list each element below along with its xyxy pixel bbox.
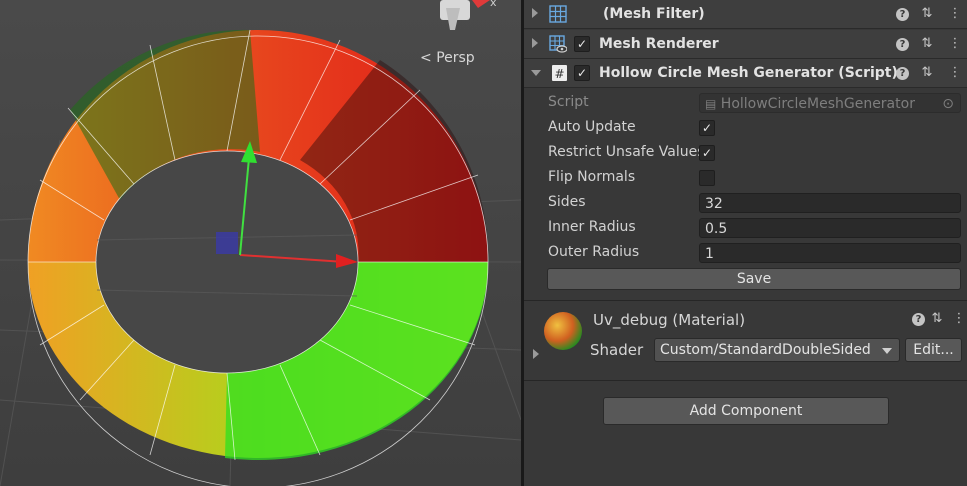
gizmo-plane-handle[interactable]: [216, 232, 238, 254]
inner-radius-label: Inner Radius: [548, 219, 636, 235]
fold-arrow-icon[interactable]: [532, 8, 538, 18]
flip-normals-checkbox[interactable]: [699, 170, 715, 186]
material-title: Uv_debug (Material): [593, 311, 746, 329]
context-menu-icon[interactable]: ⋮: [952, 311, 966, 327]
outer-radius-label: Outer Radius: [548, 244, 640, 260]
script-reference-field: ▤ HollowCircleMeshGenerator ⊙: [699, 93, 961, 113]
scene-view[interactable]: < Persp x: [0, 0, 521, 486]
context-menu-icon[interactable]: ⋮: [948, 36, 962, 52]
context-menu-icon[interactable]: ⋮: [948, 6, 962, 22]
help-icon[interactable]: ?: [912, 313, 925, 326]
mesh-renderer-enabled-checkbox[interactable]: ✓: [574, 36, 590, 52]
presets-icon[interactable]: ⇅: [920, 6, 934, 22]
persp-label[interactable]: < Persp: [420, 50, 475, 66]
inspector-panel: (Mesh Filter) ? ⇅ ⋮ ✓ Mesh Renderer ? ⇅ …: [524, 0, 967, 486]
inner-radius-field[interactable]: 0.5: [699, 218, 961, 238]
fold-arrow-icon[interactable]: [531, 70, 541, 76]
ring-hole: [97, 152, 357, 372]
fold-arrow-icon[interactable]: [532, 38, 538, 48]
presets-icon[interactable]: ⇅: [920, 65, 934, 81]
add-component-button[interactable]: Add Component: [603, 397, 889, 425]
component-title: (Mesh Filter): [603, 6, 705, 22]
edit-shader-button[interactable]: Edit...: [905, 338, 962, 362]
dropdown-arrow-icon: [882, 348, 892, 354]
presets-icon[interactable]: ⇅: [930, 311, 944, 327]
restrict-unsafe-checkbox[interactable]: ✓: [699, 145, 715, 161]
sides-label: Sides: [548, 194, 586, 210]
restrict-unsafe-label: Restrict Unsafe Values: [548, 144, 700, 160]
component-title: Hollow Circle Mesh Generator (Script): [599, 65, 898, 81]
mesh-renderer-header[interactable]: ✓ Mesh Renderer ? ⇅ ⋮: [524, 30, 967, 59]
shader-label: Shader: [590, 341, 644, 359]
script-enabled-checkbox[interactable]: ✓: [574, 65, 590, 81]
shader-value: Custom/StandardDoubleSided: [660, 342, 871, 358]
sides-field[interactable]: 32: [699, 193, 961, 213]
help-icon[interactable]: ?: [896, 38, 909, 51]
scene-canvas[interactable]: [0, 0, 521, 486]
save-button[interactable]: Save: [547, 268, 961, 290]
outer-radius-field[interactable]: 1: [699, 243, 961, 263]
object-picker-icon: ⊙: [942, 96, 954, 112]
gizmo-x-label: x: [490, 0, 497, 9]
script-label: Script: [548, 94, 589, 110]
help-icon[interactable]: ?: [896, 8, 909, 21]
section-divider: [524, 380, 967, 381]
script-name: HollowCircleMeshGenerator: [720, 96, 915, 112]
material-fold-arrow-icon[interactable]: [533, 349, 539, 359]
shader-dropdown[interactable]: Custom/StandardDoubleSided: [654, 338, 900, 362]
component-title: Mesh Renderer: [599, 36, 719, 52]
material-preview-sphere[interactable]: [544, 312, 582, 350]
context-menu-icon[interactable]: ⋮: [948, 65, 962, 81]
flip-normals-label: Flip Normals: [548, 169, 636, 185]
help-icon[interactable]: ?: [896, 67, 909, 80]
svg-text:#: #: [554, 67, 564, 81]
presets-icon[interactable]: ⇅: [920, 36, 934, 52]
auto-update-label: Auto Update: [548, 119, 636, 135]
script-component-header[interactable]: # ✓ Hollow Circle Mesh Generator (Script…: [524, 59, 967, 88]
mesh-filter-header[interactable]: (Mesh Filter) ? ⇅ ⋮: [524, 0, 967, 29]
mesh-grid-icon: [549, 5, 567, 23]
section-divider: [524, 300, 967, 301]
mesh-renderer-icon: [549, 35, 567, 53]
camera-mode-text: Persp: [436, 50, 475, 66]
auto-update-checkbox[interactable]: ✓: [699, 120, 715, 136]
script-hash-icon: #: [552, 65, 567, 81]
